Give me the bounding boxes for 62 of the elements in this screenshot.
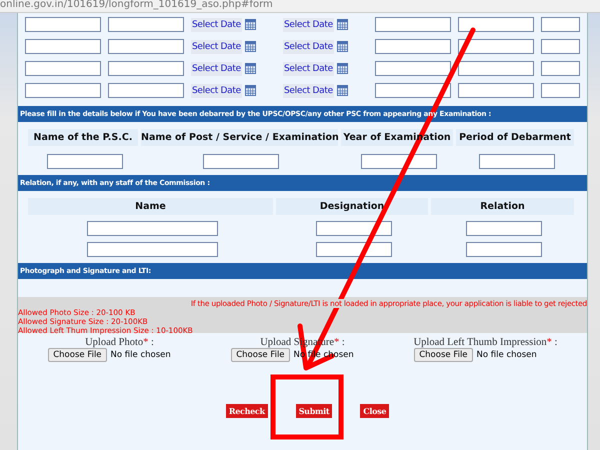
text-field[interactable]: [316, 221, 392, 236]
file-status-text: No file chosen: [476, 350, 537, 360]
column-header: Designation: [276, 198, 428, 215]
select-date-button[interactable]: Select Date: [283, 62, 334, 76]
calendar-icon[interactable]: [244, 19, 256, 30]
action-button[interactable]: Close: [360, 404, 390, 418]
text-field[interactable]: [458, 83, 534, 98]
text-field[interactable]: [541, 83, 580, 98]
file-status-text: No file chosen: [110, 350, 171, 360]
calendar-icon[interactable]: [336, 41, 348, 52]
text-field[interactable]: [25, 39, 101, 54]
text-field[interactable]: [316, 242, 392, 257]
text-field[interactable]: [108, 83, 184, 98]
text-field[interactable]: [458, 61, 534, 76]
text-field[interactable]: [25, 17, 101, 32]
select-date-button[interactable]: Select Date: [283, 40, 334, 54]
text-field[interactable]: [360, 154, 436, 169]
calendar-icon[interactable]: [244, 41, 256, 52]
select-date-button[interactable]: Select Date: [191, 84, 242, 98]
select-date-button[interactable]: Select Date: [283, 84, 334, 98]
choose-file-button[interactable]: Choose File: [231, 348, 290, 362]
text-field[interactable]: [108, 39, 184, 54]
text-field[interactable]: [375, 39, 451, 54]
calendar-icon[interactable]: [244, 63, 256, 74]
text-field[interactable]: [458, 39, 534, 54]
text-field[interactable]: [203, 154, 279, 169]
text-field[interactable]: [46, 154, 122, 169]
text-field[interactable]: [458, 17, 534, 32]
text-field[interactable]: [466, 242, 542, 257]
calendar-icon[interactable]: [336, 19, 348, 30]
text-field[interactable]: [86, 242, 218, 257]
choose-file-button[interactable]: Choose File: [48, 348, 107, 362]
calendar-icon[interactable]: [244, 85, 256, 96]
column-header-text: Period of Debarment: [459, 132, 571, 143]
select-date-button[interactable]: Select Date: [283, 18, 334, 32]
text-field[interactable]: [541, 61, 580, 76]
column-header: Relation: [431, 198, 574, 215]
text-field[interactable]: [25, 61, 101, 76]
column-header-text: Name of the P.S.C.: [34, 132, 132, 143]
text-field[interactable]: [541, 39, 580, 54]
text-field[interactable]: [478, 154, 554, 169]
upload-label: Upload Left Thumb Impression* :: [414, 337, 558, 348]
text-field[interactable]: [108, 61, 184, 76]
text-field[interactable]: [86, 221, 218, 236]
calendar-icon[interactable]: [336, 85, 348, 96]
column-header-text: Name of Post / Service / Examination: [141, 132, 339, 143]
text-field[interactable]: [108, 17, 184, 32]
text-field[interactable]: [466, 221, 542, 236]
upload-label: Upload Photo* :: [85, 337, 154, 348]
action-button[interactable]: Submit: [296, 404, 332, 418]
select-date-button[interactable]: Select Date: [191, 18, 242, 32]
select-date-button[interactable]: Select Date: [191, 62, 242, 76]
text-field[interactable]: [541, 17, 580, 32]
text-field[interactable]: [375, 61, 451, 76]
text-field[interactable]: [375, 83, 451, 98]
text-field[interactable]: [25, 83, 101, 98]
select-date-button[interactable]: Select Date: [191, 40, 242, 54]
text-field[interactable]: [375, 17, 451, 32]
calendar-icon[interactable]: [336, 63, 348, 74]
column-header: Name: [28, 198, 273, 215]
action-button[interactable]: Recheck: [226, 404, 268, 418]
choose-file-button[interactable]: Choose File: [414, 348, 473, 362]
